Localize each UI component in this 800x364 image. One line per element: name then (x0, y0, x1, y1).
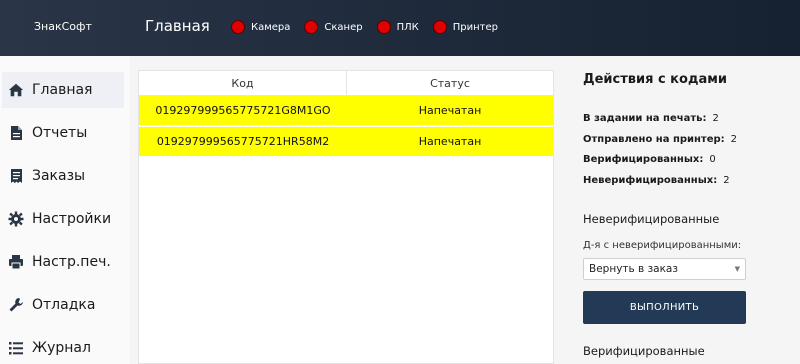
sidebar-item-debug[interactable]: Отладка (2, 287, 124, 323)
sidebar-item-label: Главная (32, 82, 93, 98)
stat-sent-to-printer: Отправлено на принтер: 2 (583, 134, 737, 145)
status-dot-icon (432, 20, 447, 34)
sidebar-item-label: Настр.печ. (32, 254, 111, 270)
sidebar-item-journal[interactable]: Журнал (2, 330, 124, 364)
sidebar-item-orders[interactable]: Заказы (2, 158, 124, 194)
top-bar: ЗнакСофт Главная Камера Сканер ПЛК Принт… (0, 0, 800, 56)
sidebar-item-print-settings[interactable]: Настр.печ. (2, 244, 124, 280)
indicator-label: Сканер (324, 21, 363, 33)
sidebar-item-settings[interactable]: Настройки (2, 201, 124, 237)
stat-value: 2 (712, 113, 719, 124)
gear-icon (8, 211, 24, 227)
stat-in-print-job: В задании на печать: 2 (583, 113, 719, 124)
indicator-scanner: Сканер (304, 20, 363, 34)
home-icon (8, 82, 24, 98)
list-icon (8, 340, 24, 356)
page-title: Главная (145, 17, 210, 35)
indicator-plc: ПЛК (376, 20, 419, 34)
column-header-status[interactable]: Статус (347, 71, 553, 95)
table-header: Код Статус (139, 71, 553, 96)
stat-value: 0 (709, 154, 716, 165)
receipt-icon (8, 168, 24, 184)
actions-title: Действия с кодами (583, 72, 727, 87)
stat-value: 2 (723, 175, 730, 186)
unverified-action-label: Д-я с неверифицированными: (583, 240, 742, 251)
verified-section-title: Верифицированные (583, 344, 705, 358)
indicator-camera: Камера (231, 20, 290, 34)
sidebar: Главная Отчеты Заказы Настройки Настр.пе… (0, 56, 130, 364)
stat-label: Неверифицированных: (583, 175, 718, 186)
status-dot-icon (376, 20, 391, 34)
indicator-label: Камера (251, 21, 291, 33)
sidebar-item-label: Заказы (32, 168, 86, 184)
device-indicators: Камера Сканер ПЛК Принтер (231, 20, 512, 34)
code-cell: 019297999565775721HR58M2 (156, 135, 330, 148)
status-cell: Напечатан (418, 104, 482, 117)
stat-verified: Верифицированных: 0 (583, 154, 716, 165)
sidebar-item-label: Журнал (32, 340, 91, 356)
code-cell: 019297999565775721G8M1GO (155, 104, 331, 117)
execute-button[interactable]: ВЫПОЛНИТЬ (583, 291, 746, 324)
column-header-code[interactable]: Код (139, 71, 347, 95)
chevron-down-icon: ▼ (734, 265, 740, 273)
document-icon (8, 125, 24, 141)
sidebar-item-label: Отладка (32, 297, 96, 313)
status-dot-icon (231, 20, 245, 34)
indicator-label: Принтер (452, 21, 498, 33)
sidebar-item-reports[interactable]: Отчеты (2, 115, 124, 151)
select-value: Вернуть в заказ (589, 263, 678, 275)
printer-icon (8, 254, 24, 270)
stat-label: Отправлено на принтер: (583, 134, 725, 145)
sidebar-item-home[interactable]: Главная (2, 72, 124, 108)
status-dot-icon (304, 20, 319, 34)
table-row[interactable]: 019297999565775721HR58M2 Напечатан (139, 127, 553, 158)
sidebar-item-label: Отчеты (32, 125, 88, 141)
stat-label: В задании на печать: (583, 113, 707, 124)
indicator-label: ПЛК (396, 21, 419, 33)
wrench-icon (8, 297, 24, 313)
stat-value: 2 (730, 134, 738, 145)
codes-table: Код Статус 019297999565775721G8M1GO Напе… (138, 70, 554, 364)
brand-logo: ЗнакСофт (34, 20, 92, 33)
indicator-printer: Принтер (432, 20, 498, 34)
table-row[interactable]: 019297999565775721G8M1GO Напечатан (139, 96, 553, 127)
stat-label: Верифицированных: (583, 154, 704, 165)
stat-unverified: Неверифицированных: 2 (583, 175, 730, 186)
unverified-section-title: Неверифицированные (583, 212, 720, 226)
status-cell: Напечатан (418, 135, 482, 148)
sidebar-item-label: Настройки (32, 211, 112, 227)
unverified-action-select[interactable]: Вернуть в заказ ▼ (583, 258, 746, 280)
